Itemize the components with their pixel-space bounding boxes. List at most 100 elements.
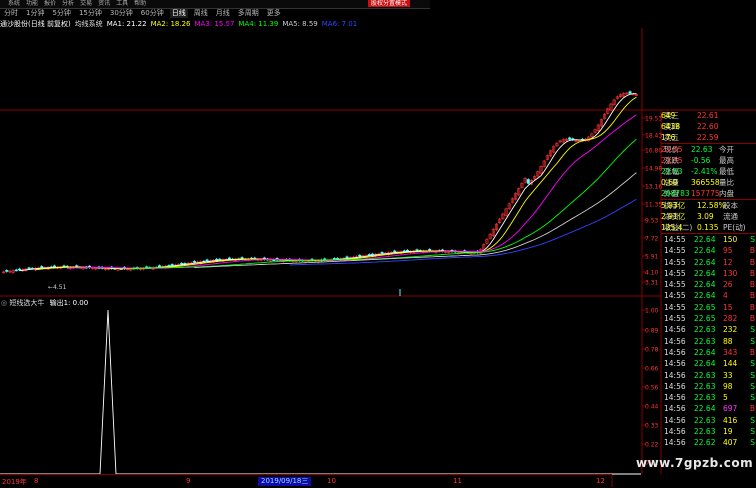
tick-direction: B xyxy=(749,268,755,278)
tick-price: 22.64 xyxy=(694,280,716,290)
candle-body xyxy=(14,269,18,272)
price-axis-label: 18.43 xyxy=(645,133,662,140)
tick-volume: 150 xyxy=(723,235,738,244)
tick-time: 14:55 xyxy=(664,291,686,301)
quote-label: PE(动) xyxy=(723,223,746,232)
price-axis-label: 16.80 xyxy=(645,148,662,155)
sub-axis-label: 0.66 xyxy=(645,366,659,373)
sub-axis-label: 0.33 xyxy=(645,423,659,430)
time-axis-label: 11 xyxy=(453,477,462,485)
tick-time: 14:56 xyxy=(664,427,686,437)
quote-label: 最低 xyxy=(719,167,734,176)
tick-volume: 144 xyxy=(723,359,738,369)
kline-chart[interactable]: 19.53 18.43 16.80 14.98 13.16 11.35 9.53 7.72 5.… xyxy=(0,0,756,487)
tick-price: 22.64 xyxy=(694,235,716,244)
tick-direction: S xyxy=(750,381,755,391)
quote-label: 今开 xyxy=(719,145,734,154)
quote-row: 卖五 22.59 176 xyxy=(661,132,756,143)
quote-row: 14:55 22.64 4 B xyxy=(661,290,756,301)
quote-row: 14:55 22.65 282 B xyxy=(661,313,756,324)
tick-volume: 232 xyxy=(723,325,738,335)
sub-axis-label: 1.00 xyxy=(645,308,659,315)
tick-time: 14:56 xyxy=(664,393,686,403)
tick-price: 22.63 xyxy=(694,415,716,425)
candle-body xyxy=(170,264,174,266)
tick-direction: B xyxy=(749,291,755,301)
candle-body xyxy=(568,137,572,140)
quote-row: 14:55 22.64 130 B xyxy=(661,268,756,279)
tick-price: 22.64 xyxy=(694,347,716,357)
tick-time: 14:55 xyxy=(664,314,686,324)
quote-row: 卖四 22.60 6438 xyxy=(661,121,756,132)
price-axis-label: 5.91 xyxy=(645,254,659,261)
tick-time: 14:56 xyxy=(664,415,686,425)
tick-direction: S xyxy=(750,393,755,403)
cursor-date-badge: 2019/09/18三 xyxy=(258,477,312,486)
tick-volume: 19 xyxy=(723,427,733,437)
quote-row: 换手 12.58% 股本 5.93亿 xyxy=(661,200,756,211)
quote-row: 14:55 22.64 12 B xyxy=(661,257,756,268)
tick-direction: B xyxy=(749,246,755,256)
sub-indicator-name[interactable]: 短线选大牛 xyxy=(9,299,44,307)
tick-direction: B xyxy=(749,302,755,312)
quote-value: 0.135 xyxy=(697,223,719,232)
tick-price: 22.63 xyxy=(694,336,716,346)
tick-direction: S xyxy=(750,359,755,369)
tick-price: 22.63 xyxy=(694,381,716,391)
quote-value: 208783 xyxy=(661,189,690,198)
quote-row: 外盘 157775 内盘 208783 xyxy=(661,188,756,199)
ask-volume: 176 xyxy=(661,133,676,142)
candle-body xyxy=(628,91,632,94)
quote-value: 366558 xyxy=(691,178,720,187)
price-axis-label: 11.35 xyxy=(645,202,662,209)
tick-price: 22.65 xyxy=(694,302,716,312)
quote-row: 14:56 22.63 33 S xyxy=(661,370,756,381)
tick-price: 22.64 xyxy=(694,246,716,256)
time-axis-label: 8 xyxy=(34,477,39,485)
tick-direction: S xyxy=(750,370,755,380)
quote-row: 14:56 22.63 416 S xyxy=(661,415,756,426)
quote-value: 2.91亿 xyxy=(661,212,686,221)
quote-value: 0.60 xyxy=(661,178,678,187)
quote-row: 14:56 22.62 407 S xyxy=(661,437,756,448)
tick-time: 14:56 xyxy=(664,336,686,346)
quote-row: 涨幅 -2.41% 最低 22.53 xyxy=(661,166,756,177)
quote-row: 14:55 22.65 15 B xyxy=(661,302,756,313)
tick-volume: 407 xyxy=(723,438,738,448)
sub-indicator-value: 输出1: 0.00 xyxy=(49,299,89,307)
tick-price: 22.62 xyxy=(694,438,716,448)
quote-row: 14:56 22.63 98 S xyxy=(661,381,756,392)
sub-axis-label: 0.89 xyxy=(645,328,659,335)
ma2-line xyxy=(35,96,637,271)
quote-value: 23.55 xyxy=(661,145,683,154)
tick-direction: S xyxy=(750,336,755,346)
quote-row: 14:56 22.63 88 S xyxy=(661,336,756,347)
quote-label: 量比 xyxy=(719,178,734,187)
quote-value: 5.93亿 xyxy=(661,201,686,210)
sub-axis-label: 0.44 xyxy=(645,404,659,411)
candle-body xyxy=(5,270,9,272)
tick-volume: 5 xyxy=(723,393,728,403)
quote-row: 14:56 22.63 232 S xyxy=(661,324,756,335)
tick-time: 14:55 xyxy=(664,302,686,312)
quote-label: 流通 xyxy=(723,212,738,221)
ask-price: 22.60 xyxy=(697,122,719,131)
tick-price: 22.64 xyxy=(694,268,716,278)
tick-price: 22.63 xyxy=(694,393,716,403)
quote-row: 收益(二) 0.135 PE(动) 125.4 xyxy=(661,222,756,233)
quote-row: 净资 3.09 流通 2.91亿 xyxy=(661,211,756,222)
quote-panel: 卖三 22.61 649 卖四 22.60 6438 卖五 22.59 176 现价 22.63 今… xyxy=(661,110,756,449)
time-axis-label: 9 xyxy=(186,477,191,485)
price-axis-label: 13.16 xyxy=(645,184,662,191)
candle-body xyxy=(17,268,21,271)
tick-volume: 12 xyxy=(723,257,733,267)
quote-row: 14:55 22.64 26 B xyxy=(661,279,756,290)
quote-row: 14:56 22.64 144 S xyxy=(661,358,756,369)
price-axis-label: 4.10 xyxy=(645,270,659,277)
ask-volume: 6438 xyxy=(661,122,681,131)
quote-value: 12.58% xyxy=(697,201,726,210)
ask-price: 22.61 xyxy=(697,111,719,120)
price-axis-label: 19.53 xyxy=(645,116,662,123)
tick-volume: 343 xyxy=(723,347,738,357)
candle-body xyxy=(526,179,530,184)
